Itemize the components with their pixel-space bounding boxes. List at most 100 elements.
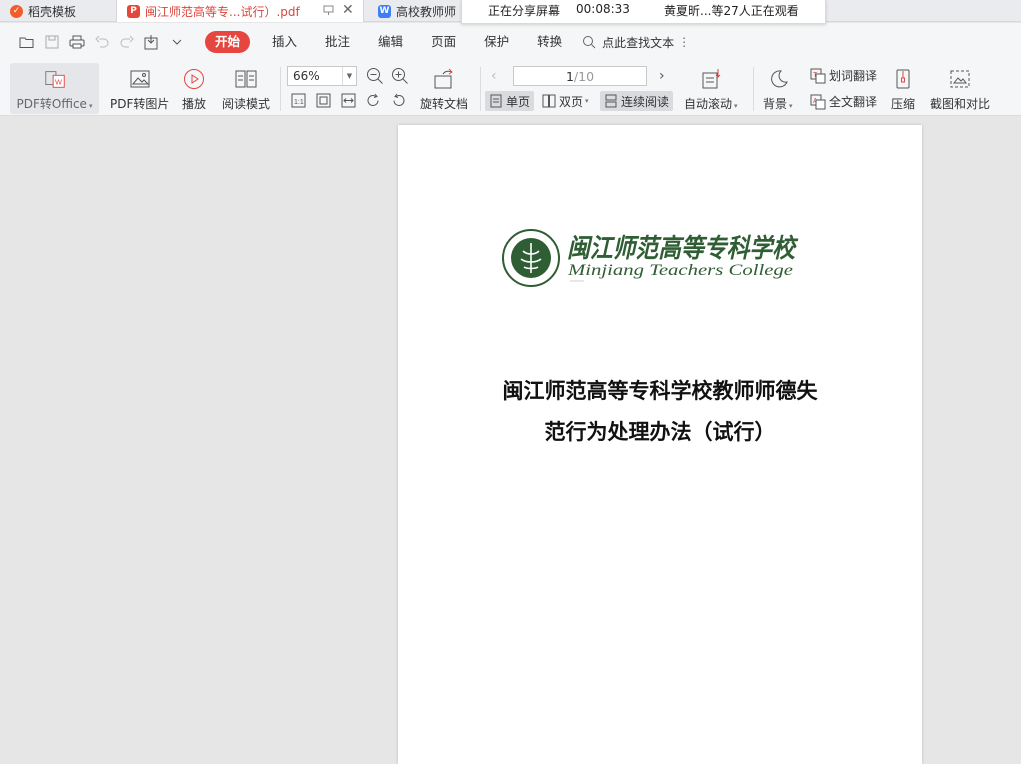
- play-label: 播放: [182, 97, 207, 111]
- share-timer: 00:08:33: [576, 2, 630, 16]
- pin-window-icon[interactable]: [322, 4, 336, 18]
- pdf-to-office-icon: W: [43, 67, 67, 91]
- next-page-icon[interactable]: ›: [659, 68, 665, 84]
- rotate-right-icon[interactable]: [391, 93, 406, 111]
- play-icon: [182, 67, 206, 91]
- page-total: /10: [573, 68, 595, 84]
- prev-page-icon[interactable]: ‹: [491, 68, 497, 84]
- pdf-to-office-button[interactable]: W PDF转Office ▾: [10, 63, 99, 114]
- ribbon-divider: [480, 67, 481, 111]
- continuous-read-button[interactable]: 连续阅读: [600, 91, 674, 111]
- college-logo: 闽江师范高等专科学校 Minjiang Teachers College: [500, 225, 800, 295]
- moon-icon: [766, 67, 790, 91]
- zoom-select[interactable]: 66% ▼: [287, 66, 357, 86]
- continuous-read-icon: [604, 94, 618, 108]
- menu-insert[interactable]: 插入: [258, 31, 311, 53]
- menu-bar: 开始 插入 批注 编辑 页面 保护 转换 点此查找文本 ⋮: [0, 23, 1021, 61]
- zoom-value: 66%: [293, 69, 320, 83]
- auto-scroll-icon: [699, 67, 723, 91]
- background-button[interactable]: 背景 ▾: [763, 67, 793, 112]
- full-translate-label: 全文翻译: [829, 95, 878, 109]
- single-page-label: 单页: [506, 94, 531, 109]
- pdf-file-icon: P: [127, 4, 140, 18]
- share-status: 正在分享屏幕: [488, 4, 561, 18]
- fit-page-icon[interactable]: [316, 93, 331, 111]
- translate-icon: T: [810, 68, 826, 84]
- ribbon-divider: [280, 67, 281, 111]
- chevron-down-icon: ▼: [342, 67, 356, 85]
- search-label: 点此查找文本: [602, 35, 675, 50]
- pdf-to-image-label: PDF转图片: [110, 97, 170, 111]
- single-page-button[interactable]: 单页: [485, 91, 535, 111]
- background-label: 背景: [763, 97, 788, 111]
- title-line-1: 闽江师范高等专科学校教师师德失: [502, 378, 818, 403]
- zoom-in-icon[interactable]: [391, 67, 409, 88]
- tab-label: 高校教师师: [396, 4, 457, 19]
- close-tab-icon[interactable]: ✕: [342, 2, 356, 18]
- redo-icon[interactable]: [118, 34, 135, 51]
- page-number-input[interactable]: 1/10: [513, 66, 647, 86]
- screenshot-compare-button[interactable]: 截图和对比: [930, 67, 990, 112]
- save-icon[interactable]: [43, 34, 60, 51]
- rotate-document-icon: [432, 67, 456, 91]
- main-menu: 开始 插入 批注 编辑 页面 保护 转换: [205, 31, 576, 53]
- read-mode-label: 阅读模式: [222, 97, 271, 111]
- double-page-label: 双页: [559, 94, 584, 109]
- book-icon: [234, 67, 258, 91]
- export-icon[interactable]: [143, 34, 160, 51]
- share-viewers[interactable]: 黄夏昕...等27人正在观看: [664, 2, 799, 19]
- word-translate-label: 划词翻译: [829, 69, 878, 83]
- double-page-button[interactable]: 双页 ▾: [538, 91, 593, 111]
- rotate-left-icon[interactable]: [366, 93, 381, 111]
- image-icon: [128, 67, 152, 91]
- docer-icon: ✓: [10, 4, 23, 18]
- tab-word-doc[interactable]: W 高校教师师: [372, 0, 472, 22]
- actual-size-icon[interactable]: 1:1: [291, 93, 306, 111]
- double-page-icon: [542, 94, 556, 108]
- find-text-search[interactable]: 点此查找文本 ⋮: [582, 34, 690, 51]
- more-dropdown-icon[interactable]: [168, 34, 185, 51]
- page-current: 1: [565, 68, 574, 84]
- screenshot-compare-label: 截图和对比: [930, 97, 991, 111]
- menu-edit[interactable]: 编辑: [364, 31, 417, 53]
- zoom-out-icon[interactable]: [366, 67, 384, 88]
- pdf-to-office-label: PDF转Office: [16, 97, 87, 111]
- more-options-icon[interactable]: ⋮: [678, 35, 690, 49]
- pdf-to-image-button[interactable]: PDF转图片: [110, 67, 169, 112]
- play-button[interactable]: 播放: [182, 67, 206, 112]
- word-translate-button[interactable]: T 划词翻译: [810, 67, 877, 84]
- menu-start[interactable]: 开始: [205, 31, 251, 53]
- screenshot-icon: [948, 67, 972, 91]
- logo-cn-text: 闽江师范高等专科学校: [567, 234, 798, 264]
- ribbon-toolbar: W PDF转Office ▾ PDF转图片 播放 阅读模式 66% ▼ 1:1 旋…: [0, 61, 1021, 116]
- full-translate-button[interactable]: A 全文翻译: [810, 93, 877, 110]
- read-mode-button[interactable]: 阅读模式: [222, 67, 270, 112]
- rotate-document-button[interactable]: 旋转文档: [420, 67, 468, 112]
- open-folder-icon[interactable]: [18, 34, 35, 51]
- print-icon[interactable]: [68, 34, 85, 51]
- single-page-icon: [489, 94, 503, 108]
- svg-text:1:1: 1:1: [294, 99, 304, 106]
- tab-docer-templates[interactable]: ✓ 稻壳模板: [4, 0, 112, 22]
- title-line-2: 范行为处理办法（试行）: [544, 419, 776, 444]
- menu-page[interactable]: 页面: [417, 31, 470, 53]
- tab-label: 闽江师范高等专...试行）.pdf: [145, 4, 300, 19]
- menu-annotate[interactable]: 批注: [311, 31, 364, 53]
- compress-label: 压缩: [891, 97, 916, 111]
- tab-label: 稻壳模板: [28, 4, 77, 19]
- full-translate-icon: A: [810, 94, 826, 110]
- pdf-page[interactable]: 闽江师范高等专科学校 Minjiang Teachers College 闽江师…: [398, 125, 922, 764]
- document-canvas[interactable]: 闽江师范高等专科学校 Minjiang Teachers College 闽江师…: [0, 116, 1021, 764]
- auto-scroll-label: 自动滚动: [684, 97, 733, 111]
- fit-width-icon[interactable]: [341, 93, 356, 111]
- svg-text:W: W: [55, 78, 62, 87]
- menu-protect[interactable]: 保护: [470, 31, 523, 53]
- menu-convert[interactable]: 转换: [523, 31, 576, 53]
- compress-button[interactable]: 压缩: [891, 67, 915, 112]
- logo-en-text: Minjiang Teachers College: [567, 262, 793, 279]
- tab-current-pdf[interactable]: P 闽江师范高等专...试行）.pdf ✕: [116, 0, 364, 22]
- ribbon-divider: [753, 67, 754, 111]
- auto-scroll-button[interactable]: 自动滚动 ▾: [684, 67, 738, 112]
- undo-icon[interactable]: [93, 34, 110, 51]
- compress-icon: [891, 67, 915, 91]
